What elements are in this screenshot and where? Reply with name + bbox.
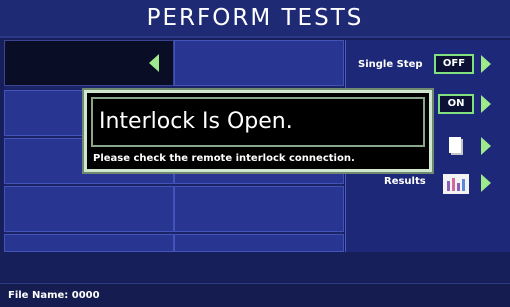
- document-icon[interactable]: [448, 135, 466, 157]
- grid-cell[interactable]: [174, 234, 344, 252]
- single-step-arrow-icon[interactable]: [481, 55, 491, 73]
- file-name-value: 0000: [71, 290, 100, 301]
- previous-page-arrow-icon[interactable]: [149, 54, 159, 72]
- page-title: PERFORM TESTS: [0, 0, 510, 38]
- document-arrow-icon[interactable]: [481, 137, 491, 155]
- status-bar: File Name: 0000: [0, 283, 510, 307]
- file-name-label: File Name:: [8, 290, 69, 301]
- single-step-label: Single Step: [358, 59, 423, 70]
- grid-cell[interactable]: [174, 186, 344, 232]
- results-label: Results: [384, 176, 426, 187]
- single-step-toggle[interactable]: OFF: [434, 54, 474, 74]
- second-arrow-icon[interactable]: [481, 95, 491, 113]
- perform-tests-screen: PERFORM TESTS Single Step OFF ON Results: [0, 0, 510, 307]
- dialog-title: Interlock Is Open.: [99, 109, 293, 134]
- grid-cell[interactable]: [4, 234, 174, 252]
- grid-cell[interactable]: [174, 40, 344, 86]
- dialog-title-box: Interlock Is Open.: [91, 97, 425, 147]
- results-arrow-icon[interactable]: [481, 174, 491, 192]
- interlock-alert-dialog[interactable]: Interlock Is Open. Please check the remo…: [82, 88, 434, 174]
- second-toggle[interactable]: ON: [438, 94, 474, 114]
- results-chart-icon[interactable]: [442, 173, 470, 195]
- dialog-message: Please check the remote interlock connec…: [93, 153, 355, 164]
- grid-cell[interactable]: [4, 186, 174, 232]
